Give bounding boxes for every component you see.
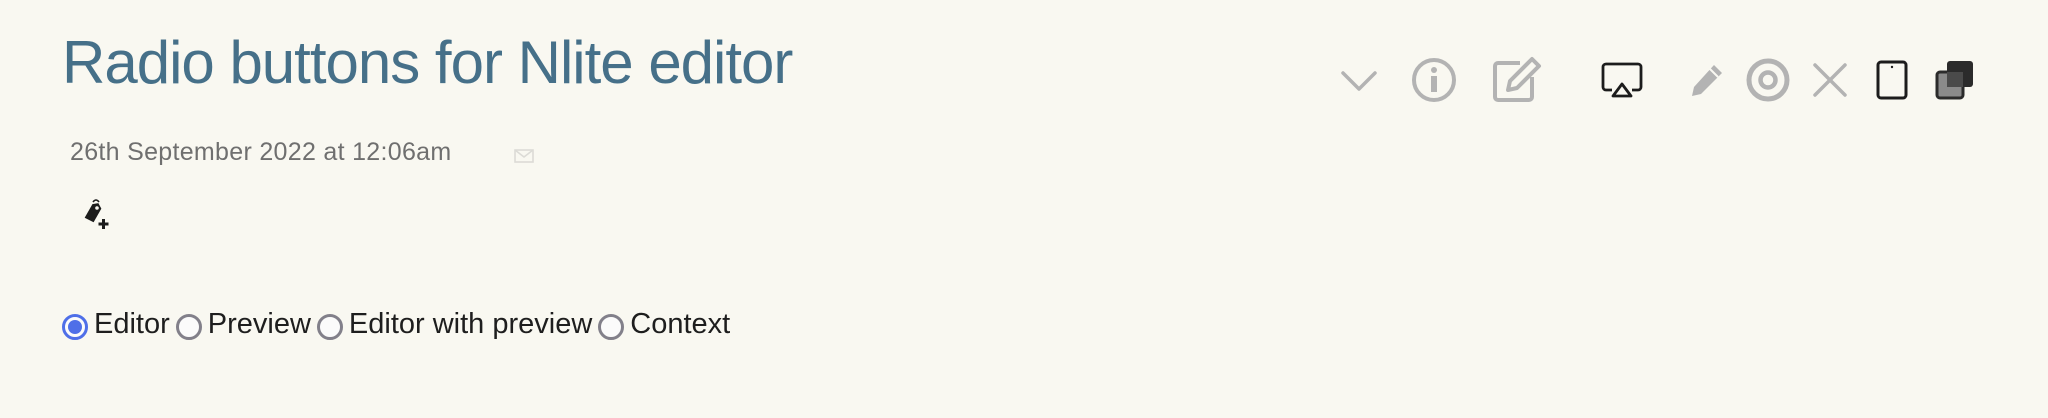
- radio-label: Context: [630, 308, 731, 340]
- tablet-icon: [1876, 60, 1908, 100]
- mail-icon[interactable]: [513, 145, 535, 167]
- note-timestamp: 26th September 2022 at 12:06am: [70, 138, 452, 166]
- airplay-button[interactable]: [1596, 54, 1648, 106]
- radio-label: Preview: [207, 308, 311, 340]
- chevron-down-button[interactable]: [1333, 54, 1385, 106]
- pencil-button[interactable]: [1681, 54, 1733, 106]
- edit-icon: [1493, 57, 1541, 102]
- clone-button[interactable]: [1929, 54, 1981, 106]
- radio-button[interactable]: [316, 313, 343, 340]
- editor-mode-radio-group: Editor Preview Editor with preview Conte…: [62, 308, 736, 341]
- radio-option-editor[interactable]: Editor: [62, 308, 170, 341]
- pencil-icon: [1692, 65, 1722, 96]
- clone-icon: [1935, 61, 1973, 100]
- close-button[interactable]: [1804, 54, 1856, 106]
- radio-label: Editor with preview: [348, 308, 593, 340]
- radio-option-context[interactable]: Context: [598, 308, 730, 341]
- radio-button[interactable]: [598, 313, 625, 340]
- radio-option-preview[interactable]: Preview: [175, 308, 311, 341]
- toolbar: [0, 54, 2048, 106]
- info-icon: [1412, 58, 1456, 102]
- tablet-button[interactable]: [1866, 54, 1918, 106]
- info-button[interactable]: [1408, 54, 1460, 106]
- radio-label: Editor: [94, 308, 170, 340]
- target-icon: [1746, 58, 1790, 102]
- airplay-icon: [1601, 62, 1643, 98]
- radio-option-editor-with-preview[interactable]: Editor with preview: [316, 308, 593, 341]
- target-button[interactable]: [1742, 54, 1794, 106]
- radio-button[interactable]: [62, 313, 88, 340]
- edit-button[interactable]: [1490, 54, 1542, 106]
- chevron-down-icon: [1341, 71, 1377, 91]
- add-tag-icon[interactable]: [80, 198, 112, 230]
- close-icon: [1813, 63, 1847, 97]
- radio-button[interactable]: [175, 313, 202, 340]
